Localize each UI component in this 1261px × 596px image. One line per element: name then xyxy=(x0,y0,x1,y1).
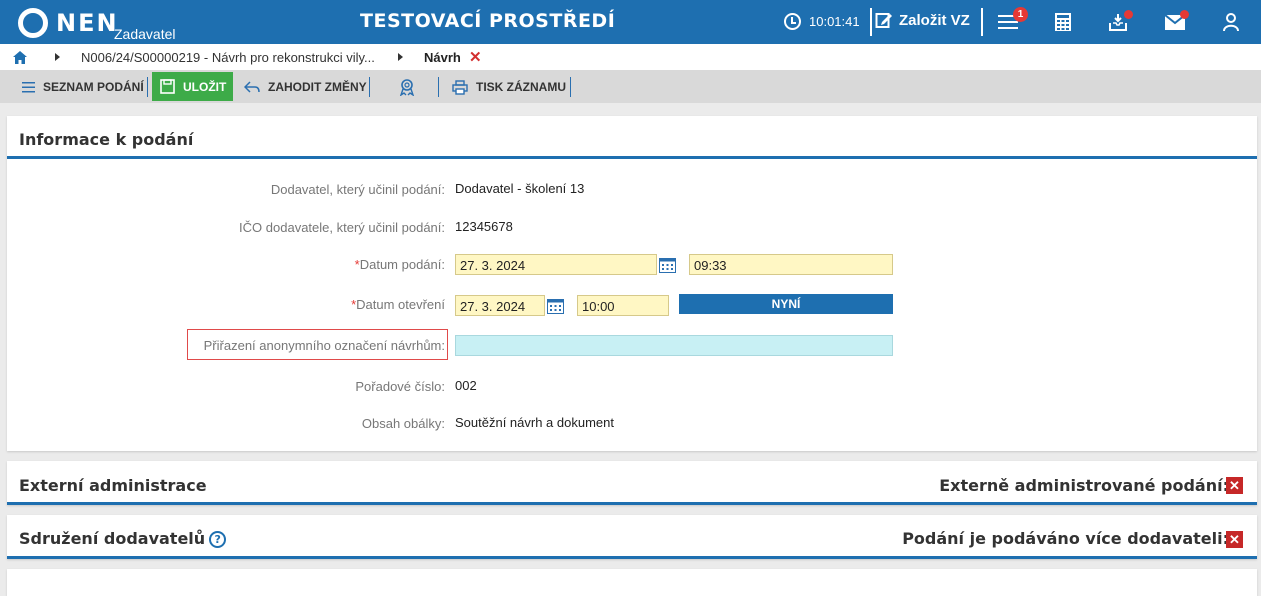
submission-info-panel: Informace k podání Dodavatel, který učin… xyxy=(7,116,1257,451)
certificate-button[interactable] xyxy=(398,74,416,100)
supplier-label: Dodavatel, který učinil podání: xyxy=(270,182,445,197)
header-divider xyxy=(981,8,983,36)
environment-title: TESTOVACÍ PROSTŘEDÍ xyxy=(360,10,616,32)
discard-changes-button[interactable]: ZAHODIT ZMĚNY xyxy=(244,74,367,100)
create-vz-label: Založit VZ xyxy=(899,11,970,29)
ico-label: IČO dodavatele, který učinil podání: xyxy=(239,220,445,235)
chevron-right-icon xyxy=(398,53,403,61)
breadcrumb: N006/24/S00000219 - Návrh pro rekonstruk… xyxy=(0,44,1261,70)
calendar-icon[interactable] xyxy=(545,295,566,316)
ico-value: 12345678 xyxy=(455,219,513,234)
action-toolbar: SEZNAM PODÁNÍ ULOŽIT ZAHODIT ZMĚNY TISK … xyxy=(0,70,1261,103)
submission-date-input[interactable]: 27. 3. 2024 xyxy=(455,254,657,275)
toolbar-divider xyxy=(438,77,439,97)
clock-time: 10:01:41 xyxy=(809,14,860,29)
edit-icon xyxy=(875,13,892,28)
chevron-right-icon xyxy=(55,53,60,61)
calculator-icon[interactable] xyxy=(1051,10,1075,34)
session-clock: 10:01:41 xyxy=(784,13,860,30)
multiple-suppliers-label: Podání je podáváno více dodavateli: xyxy=(902,529,1229,548)
submission-time-input[interactable]: 09:33 xyxy=(689,254,893,275)
help-icon[interactable]: ? xyxy=(209,531,227,548)
mail-alert-dot xyxy=(1180,10,1189,19)
calendar-icon[interactable] xyxy=(657,254,678,275)
anonymous-designation-label: Přiřazení anonymního označení návrhům: xyxy=(203,338,445,353)
discard-changes-label: ZAHODIT ZMĚNY xyxy=(268,80,367,94)
print-record-button[interactable]: TISK ZÁZNAMU xyxy=(452,74,566,100)
panel-title: Externí administrace xyxy=(19,476,207,495)
submission-date-label: *Datum podání: xyxy=(355,257,445,272)
toolbar-divider xyxy=(369,77,370,97)
breadcrumb-procurement-link[interactable]: N006/24/S00000219 - Návrh pro rekonstruk… xyxy=(81,50,375,65)
header-divider xyxy=(870,8,872,36)
externally-administered-label: Externě administrované podání: xyxy=(939,476,1229,495)
create-vz-button[interactable]: Založit VZ xyxy=(875,11,970,29)
save-icon xyxy=(160,79,175,94)
logo-subtitle: Zadavatel xyxy=(114,26,176,42)
submission-date-label-text: Datum podání: xyxy=(359,257,445,272)
save-label: ULOŽIT xyxy=(183,79,227,94)
panel-title-text: Sdružení dodavatelů xyxy=(19,529,206,548)
externally-administered-false-icon[interactable]: ✕ xyxy=(1226,477,1243,494)
list-icon xyxy=(22,81,35,92)
notification-badge: 1 xyxy=(1013,7,1028,22)
supplier-association-panel: Sdružení dodavatelů? Podání je podáváno … xyxy=(7,515,1257,559)
toolbar-divider xyxy=(570,77,571,97)
award-icon xyxy=(399,79,415,96)
order-number-label: Pořadové číslo: xyxy=(355,379,445,394)
envelope-content-label: Obsah obálky: xyxy=(361,416,445,431)
multiple-suppliers-false-icon[interactable]: ✕ xyxy=(1226,531,1243,548)
close-icon[interactable]: ✕ xyxy=(469,48,482,66)
breadcrumb-current: Návrh xyxy=(424,50,461,65)
panel-header: Sdružení dodavatelů? Podání je podáváno … xyxy=(7,515,1257,559)
envelope-content-value: Soutěžní návrh a dokument xyxy=(455,415,614,430)
home-icon[interactable] xyxy=(13,51,27,67)
external-administration-panel: Externí administrace Externě administrov… xyxy=(7,461,1257,505)
save-button[interactable]: ULOŽIT xyxy=(152,72,233,101)
opening-date-label: *Datum otevření xyxy=(351,297,445,312)
next-panel xyxy=(7,569,1257,596)
opening-time-input[interactable]: 10:00 xyxy=(577,295,669,316)
printer-icon xyxy=(452,79,468,95)
submission-list-button[interactable]: SEZNAM PODÁNÍ xyxy=(22,74,144,100)
logo-text: NEN xyxy=(56,9,119,37)
panel-header: Informace k podání xyxy=(7,116,1257,159)
logo-ring-icon xyxy=(18,8,48,38)
toolbar-divider xyxy=(147,77,148,97)
opening-date-input[interactable]: 27. 3. 2024 xyxy=(455,295,545,316)
now-button[interactable]: NYNÍ xyxy=(679,294,893,314)
opening-date-label-text: Datum otevření xyxy=(356,297,445,312)
user-icon[interactable] xyxy=(1219,10,1243,34)
order-number-value: 002 xyxy=(455,378,477,393)
print-record-label: TISK ZÁZNAMU xyxy=(476,80,566,94)
panel-title: Sdružení dodavatelů? xyxy=(19,529,227,548)
panel-title: Informace k podání xyxy=(19,130,194,149)
supplier-value: Dodavatel - školení 13 xyxy=(455,181,585,196)
clock-icon xyxy=(784,13,801,30)
panel-header: Externí administrace Externě administrov… xyxy=(7,461,1257,505)
inbox-alert-dot xyxy=(1124,10,1133,19)
top-bar: NEN Zadavatel TESTOVACÍ PROSTŘEDÍ 10:01:… xyxy=(0,0,1261,44)
submission-list-label: SEZNAM PODÁNÍ xyxy=(43,80,144,94)
undo-icon xyxy=(244,81,260,93)
anonymous-designation-input[interactable] xyxy=(455,335,893,356)
